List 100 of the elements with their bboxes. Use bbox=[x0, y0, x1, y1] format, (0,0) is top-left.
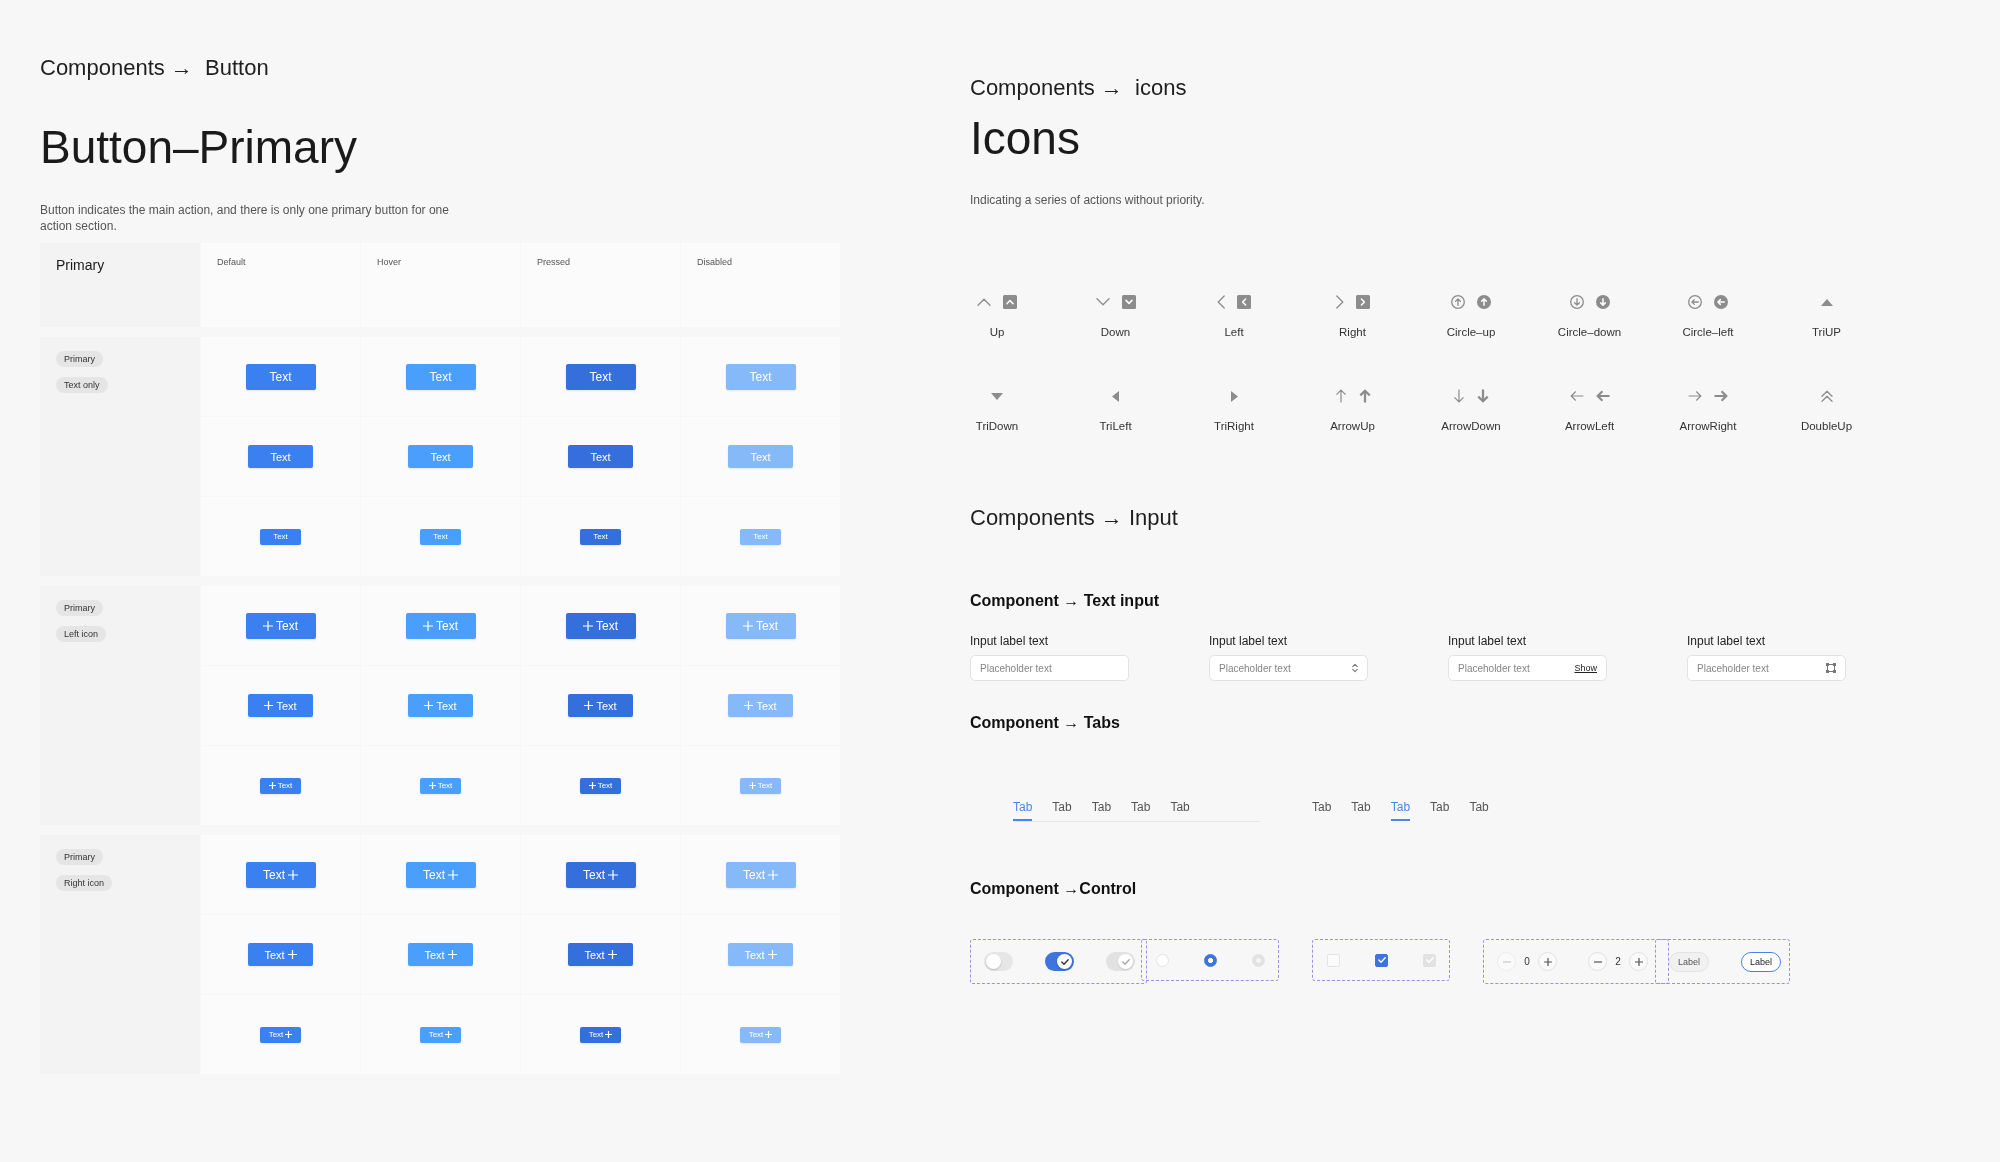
primary-button[interactable]: Text bbox=[565, 612, 636, 639]
show-link[interactable]: Show bbox=[1574, 662, 1597, 674]
primary-button[interactable]: Text bbox=[408, 694, 473, 717]
plus-icon bbox=[608, 869, 618, 880]
primary-button[interactable]: Text bbox=[405, 363, 476, 390]
icon-label: ArrowRight bbox=[1679, 419, 1737, 434]
icon-label: TriLeft bbox=[1099, 419, 1132, 434]
triangle-down-icon bbox=[991, 392, 1003, 400]
primary-button[interactable]: Text bbox=[248, 445, 313, 468]
text-input-field[interactable]: Placeholder text bbox=[1687, 655, 1846, 681]
primary-button[interactable]: Text bbox=[245, 363, 316, 390]
triangle-left-icon bbox=[1112, 390, 1119, 402]
primary-button[interactable]: Text bbox=[568, 445, 633, 468]
primary-button[interactable]: Text bbox=[565, 363, 636, 390]
primary-button[interactable]: Text bbox=[408, 943, 473, 966]
tag: Primary bbox=[56, 600, 103, 616]
plus-icon bbox=[743, 620, 753, 631]
plus-icon bbox=[445, 1031, 453, 1038]
icon-label: Circle–up bbox=[1446, 325, 1496, 340]
tab[interactable]: Tab bbox=[1170, 799, 1190, 821]
plus-icon bbox=[263, 620, 273, 631]
tab[interactable]: Tab bbox=[1131, 799, 1151, 821]
icon-label: DoubleUp bbox=[1800, 419, 1853, 434]
plus-icon bbox=[424, 701, 434, 710]
filled-circle-arrow-down-icon bbox=[1595, 295, 1610, 309]
tab[interactable]: Tab bbox=[1430, 799, 1450, 821]
primary-button[interactable]: Text bbox=[245, 861, 316, 888]
section-heading: Component → Text input bbox=[970, 591, 1159, 611]
primary-button[interactable]: Text bbox=[248, 943, 313, 966]
primary-button[interactable]: Text bbox=[580, 1026, 621, 1043]
primary-button[interactable]: Text bbox=[568, 694, 633, 717]
primary-button[interactable]: Text bbox=[420, 528, 461, 545]
column-header: Pressed bbox=[521, 243, 680, 327]
icon-label: Circle–down bbox=[1557, 325, 1622, 340]
tag: Primary bbox=[56, 351, 103, 367]
plus-icon bbox=[765, 1031, 773, 1038]
primary-button[interactable]: Text bbox=[420, 1026, 461, 1043]
icon-label: TriRight bbox=[1214, 419, 1254, 434]
primary-button[interactable]: Text bbox=[405, 612, 476, 639]
radio-button[interactable] bbox=[1204, 953, 1217, 967]
checkbox[interactable] bbox=[1375, 953, 1388, 967]
description: Button indicates the main action, and there is only one primary button for one action section. bbox=[40, 202, 450, 234]
icon-label: Up bbox=[989, 325, 1005, 340]
primary-button[interactable]: Text bbox=[580, 777, 621, 794]
plus-icon bbox=[607, 950, 617, 959]
column-header: Hover bbox=[361, 243, 520, 327]
chip[interactable]: Label bbox=[1669, 951, 1710, 972]
primary-button[interactable]: Text bbox=[260, 777, 301, 794]
tag: Text only bbox=[56, 377, 108, 393]
chip[interactable]: Label bbox=[1741, 951, 1782, 972]
tab[interactable]: Tab bbox=[1469, 799, 1489, 821]
plus-icon bbox=[264, 701, 274, 710]
primary-button[interactable]: Text bbox=[408, 445, 473, 468]
text-input-field[interactable]: Placeholder text bbox=[970, 655, 1129, 681]
icon-label: Left bbox=[1224, 325, 1244, 340]
select-field[interactable]: Placeholder text bbox=[1209, 655, 1368, 681]
primary-button[interactable]: Text bbox=[248, 694, 313, 717]
plus-icon bbox=[287, 950, 297, 959]
icon-label: Circle–left bbox=[1682, 325, 1734, 340]
primary-button[interactable]: Text bbox=[420, 777, 461, 794]
plus-icon bbox=[268, 782, 276, 789]
page-title: Button–Primary bbox=[40, 120, 357, 175]
plus-icon bbox=[285, 1031, 293, 1038]
plus-icon bbox=[448, 869, 458, 880]
primary-button[interactable]: Text bbox=[568, 943, 633, 966]
triangle-right-icon bbox=[1230, 390, 1238, 402]
minus-icon bbox=[1593, 960, 1602, 963]
plus-icon bbox=[767, 950, 777, 959]
tab[interactable]: Tab bbox=[1091, 799, 1112, 821]
plus-icon bbox=[1634, 957, 1643, 966]
tab[interactable]: Tab bbox=[1390, 799, 1411, 821]
primary-button[interactable]: Text bbox=[245, 612, 316, 639]
plus-icon bbox=[605, 1031, 613, 1038]
description: Indicating a series of actions without priority. bbox=[970, 192, 1205, 208]
tab[interactable]: Tab bbox=[1013, 799, 1033, 821]
minus-button[interactable] bbox=[1588, 952, 1607, 971]
tag: Right icon bbox=[56, 875, 113, 891]
primary-button[interactable]: Text bbox=[405, 861, 476, 888]
tab[interactable]: Tab bbox=[1052, 799, 1072, 821]
tab[interactable]: Tab bbox=[1351, 799, 1371, 821]
primary-button[interactable]: Text bbox=[260, 528, 301, 545]
primary-button[interactable]: Text bbox=[565, 861, 636, 888]
primary-button[interactable]: Text bbox=[580, 528, 621, 545]
plus-icon bbox=[588, 782, 596, 789]
plus-icon bbox=[584, 701, 594, 710]
plus-button[interactable] bbox=[1629, 952, 1648, 971]
check-icon bbox=[1377, 957, 1386, 963]
plus-button[interactable] bbox=[1538, 952, 1557, 971]
primary-button[interactable]: Text bbox=[260, 1026, 301, 1043]
arrow-right-icon bbox=[1688, 390, 1702, 402]
column-header: Default bbox=[201, 243, 360, 327]
bold-arrow-up-icon bbox=[1358, 389, 1371, 403]
tag: Left icon bbox=[56, 626, 107, 642]
plus-icon bbox=[447, 950, 457, 959]
arrow-up-icon bbox=[1334, 389, 1347, 403]
chevron-down-square-icon bbox=[1121, 295, 1136, 309]
bold-arrow-down-icon bbox=[1477, 389, 1489, 403]
tab[interactable]: Tab bbox=[1312, 799, 1332, 821]
toggle-switch[interactable] bbox=[984, 952, 1013, 971]
toggle-switch[interactable] bbox=[1045, 952, 1074, 971]
